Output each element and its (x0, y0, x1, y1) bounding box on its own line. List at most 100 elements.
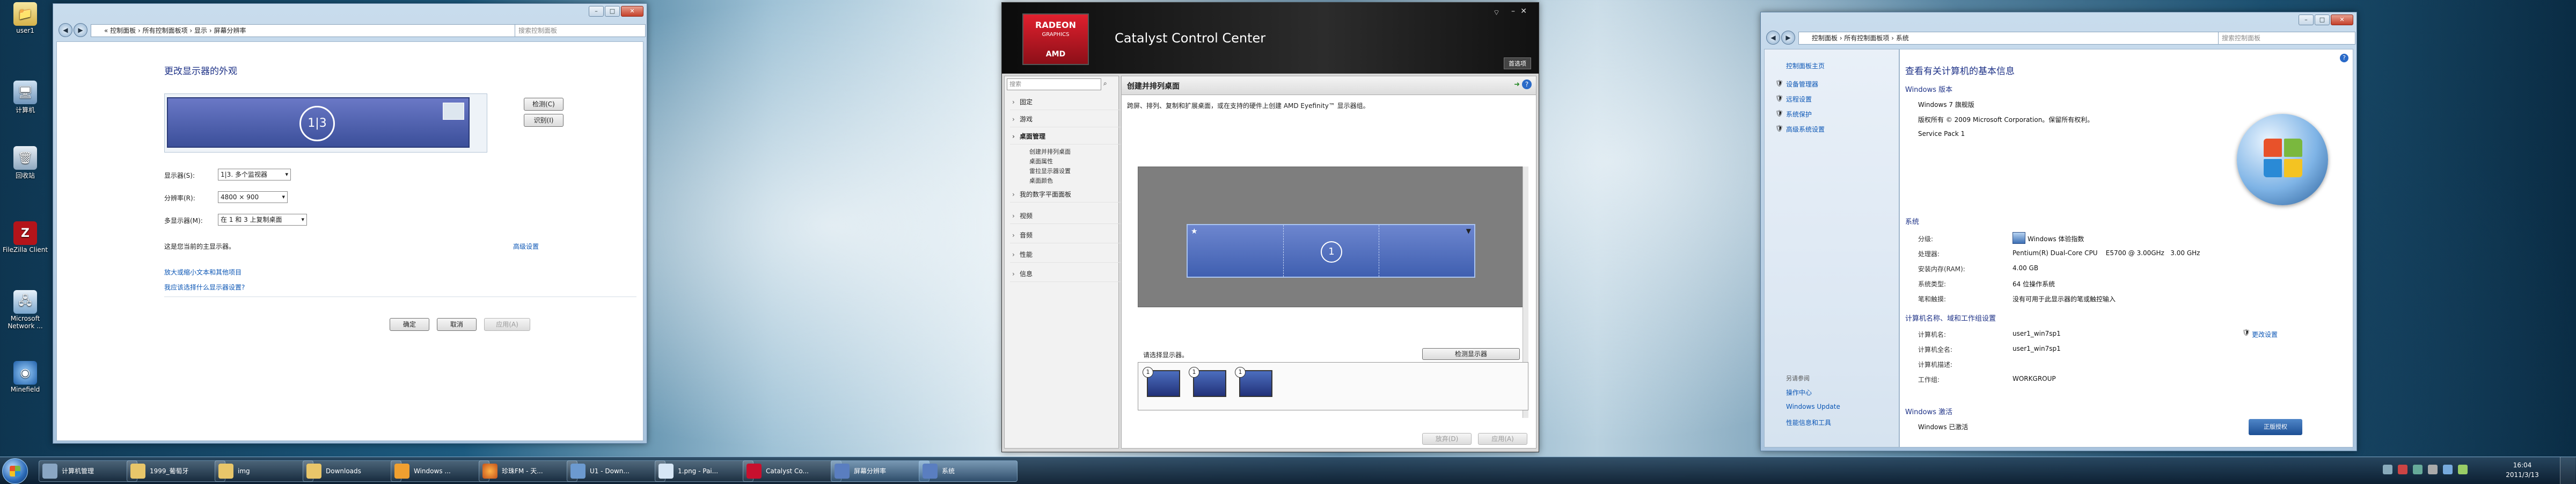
nav-item-information[interactable]: 信息 (1010, 266, 1122, 282)
nav-sub-display-settings[interactable]: 雷拉显示器设置 (1029, 167, 1071, 175)
forward-button[interactable]: ▶ (1781, 31, 1795, 45)
filezilla-icon: Z (13, 221, 37, 245)
display-settings-help-link[interactable]: 我应该选择什么显示器设置? (164, 283, 245, 292)
tray-arrow-icon[interactable] (2383, 465, 2392, 474)
device-manager-link[interactable]: 设备管理器 (1786, 80, 1818, 89)
text-size-link[interactable]: 放大或缩小文本和其他项目 (164, 268, 241, 277)
nav-search-icon[interactable]: ⌕ (1103, 80, 1107, 88)
back-button[interactable]: ◀ (58, 23, 72, 37)
advanced-settings-link[interactable]: 高级设置 (513, 242, 539, 251)
display-tile[interactable]: 1 (1189, 367, 1230, 404)
close-button[interactable]: ✕ (621, 6, 643, 17)
resolution-select[interactable]: 4800 × 900 (218, 191, 288, 203)
nav-sub-create-desktop[interactable]: 创建并排列桌面 (1029, 147, 1071, 156)
detect-button[interactable]: 检测(C) (524, 98, 564, 111)
pin-icon[interactable]: ➜ (1514, 81, 1520, 89)
action-center-link[interactable]: 操作中心 (1786, 388, 1812, 397)
help-icon[interactable]: ? (2340, 54, 2348, 62)
computer-icon (923, 464, 938, 479)
start-button[interactable] (2, 458, 28, 484)
address-bar[interactable]: 控制面板 › 所有控制面板项 › 系统 (1798, 32, 2226, 45)
taskbar-item-downloads[interactable]: Downloads (303, 460, 401, 482)
taskbar-item-catalyst[interactable]: Catalyst Co... (743, 460, 841, 482)
search-input[interactable]: 搜索控制面板 (2218, 32, 2355, 45)
taskbar-item-paint[interactable]: 1.png - Pai... (655, 460, 753, 482)
close-icon[interactable]: ✕ (1520, 7, 1527, 16)
close-button[interactable]: ✕ (2331, 15, 2353, 25)
nav-item-audio[interactable]: 音频 (1010, 228, 1122, 243)
taskbar-item-label: 1999_葡萄牙 (150, 467, 189, 475)
detect-displays-button[interactable]: 检测显示器 (1422, 348, 1520, 360)
taskbar-item-computer-management[interactable]: 计算机管理 (39, 460, 137, 482)
nav-item-gaming[interactable]: 游戏 (1010, 112, 1122, 127)
desktop-icon-label: user1 (16, 27, 34, 34)
maximize-button[interactable]: □ (605, 6, 620, 17)
change-settings-link[interactable]: 更改设置 (2252, 330, 2278, 339)
nav-item-pinned[interactable]: 固定 (1010, 95, 1122, 110)
preferences-button[interactable]: 首选项 (1504, 57, 1531, 69)
tray-app-icon[interactable] (2458, 465, 2468, 474)
cancel-button[interactable]: 取消 (437, 318, 477, 331)
minimize-button[interactable]: – (589, 6, 604, 17)
back-button[interactable]: ◀ (1766, 31, 1780, 45)
search-input[interactable]: 搜索控制面板 (515, 24, 646, 37)
windows-update-link[interactable]: Windows Update (1786, 403, 1840, 410)
performance-info-link[interactable]: 性能信息和工具 (1786, 418, 1831, 427)
display-icon (835, 464, 850, 479)
taskbar-item-img[interactable]: img (215, 460, 313, 482)
main-display-text: 这是您当前的主显示器。 (164, 243, 236, 250)
taskbar-item-system[interactable]: 系统 (919, 460, 1018, 482)
control-panel-home-link[interactable]: 控制面板主页 (1786, 61, 1825, 70)
display-select[interactable]: 1|3. 多个监视器 (218, 169, 291, 180)
eyefinity-desktop[interactable]: 1 ★ ▼ (1187, 224, 1475, 278)
desktop-icon-minefield[interactable]: ◉ Minefield (2, 361, 48, 393)
desktop-icon-computer[interactable]: 🖥 计算机 (2, 81, 48, 114)
tray-volume-icon[interactable] (2428, 465, 2438, 474)
nav-item-desktop-management[interactable]: 桌面管理 (1010, 129, 1122, 145)
nav-item-digital-flat-panel[interactable]: 我的数字平面面板 (1010, 187, 1122, 203)
tray-flag-icon[interactable] (2443, 465, 2453, 474)
multi-display-select[interactable]: 在 1 和 3 上复制桌面 (218, 214, 307, 226)
taskbar-item-download-window[interactable]: U1 - Down... (567, 460, 665, 482)
clock[interactable]: 16:04 2011/3/13 (2496, 460, 2549, 480)
forward-button[interactable]: ▶ (74, 23, 87, 37)
help-icon[interactable]: ? (1522, 80, 1532, 89)
shield-icon: 🛡 (1775, 80, 1784, 87)
display-tile[interactable]: 1 (1235, 367, 1276, 404)
taskbar-item-label: 计算机管理 (62, 467, 94, 475)
nav-sub-desktop-properties[interactable]: 桌面属性 (1029, 157, 1053, 165)
workgroup-value: WORKGROUP (2012, 375, 2056, 382)
identify-button[interactable]: 识别(I) (524, 114, 564, 127)
taskbar-item-firefox[interactable]: 珍珠FM - 天... (479, 460, 577, 482)
desktop-icon-msn[interactable]: 🖧 Microsoft Network ... (2, 290, 48, 330)
ok-button[interactable]: 确定 (390, 318, 429, 331)
divider (1379, 225, 1380, 277)
desktop-icon-filezilla[interactable]: Z FileZilla Client (2, 221, 48, 254)
remote-settings-link[interactable]: 远程设置 (1786, 95, 1812, 104)
monitor-block[interactable]: 1|3 (167, 97, 470, 148)
folder-icon: 📁 (13, 2, 37, 26)
minimize-button[interactable]: – (2299, 15, 2314, 25)
desktop-icon-recycle-bin[interactable]: 🗑 回收站 (2, 146, 48, 180)
content-header: 创建并排列桌面 ➜ ? (1122, 76, 1536, 95)
tray-network-icon[interactable] (2413, 465, 2423, 474)
experience-index-link[interactable]: Windows 体验指数 (2028, 234, 2084, 243)
desktop-menu-icon[interactable]: ▼ (1466, 227, 1471, 235)
taskbar-item-windows[interactable]: Windows ... (391, 460, 489, 482)
taskbar-item-screen-resolution[interactable]: 屏幕分辨率 (831, 460, 930, 482)
system-protection-link[interactable]: 系统保护 (1786, 110, 1812, 119)
nav-item-video[interactable]: 视频 (1010, 208, 1122, 224)
nav-item-performance[interactable]: 性能 (1010, 247, 1122, 263)
minimize-icon[interactable]: – (1511, 7, 1515, 16)
tray-catalyst-icon[interactable] (2398, 465, 2407, 474)
taskbar-item-folder[interactable]: 1999_葡萄牙 (127, 460, 225, 482)
display-tile[interactable]: 1 (1143, 367, 1183, 404)
display-label: 显示器(S): (164, 172, 195, 179)
desktop-icon-user[interactable]: 📁 user1 (2, 2, 48, 34)
show-desktop-button[interactable] (2560, 457, 2575, 484)
maximize-button[interactable]: □ (2315, 15, 2330, 25)
address-bar[interactable]: « 控制面板 › 所有控制面板项 › 显示 › 屏幕分辨率 (91, 24, 523, 37)
advanced-system-settings-link[interactable]: 高级系统设置 (1786, 125, 1825, 134)
nav-sub-desktop-color[interactable]: 桌面颜色 (1029, 176, 1053, 185)
nav-search-input[interactable]: 搜索 (1007, 78, 1101, 90)
